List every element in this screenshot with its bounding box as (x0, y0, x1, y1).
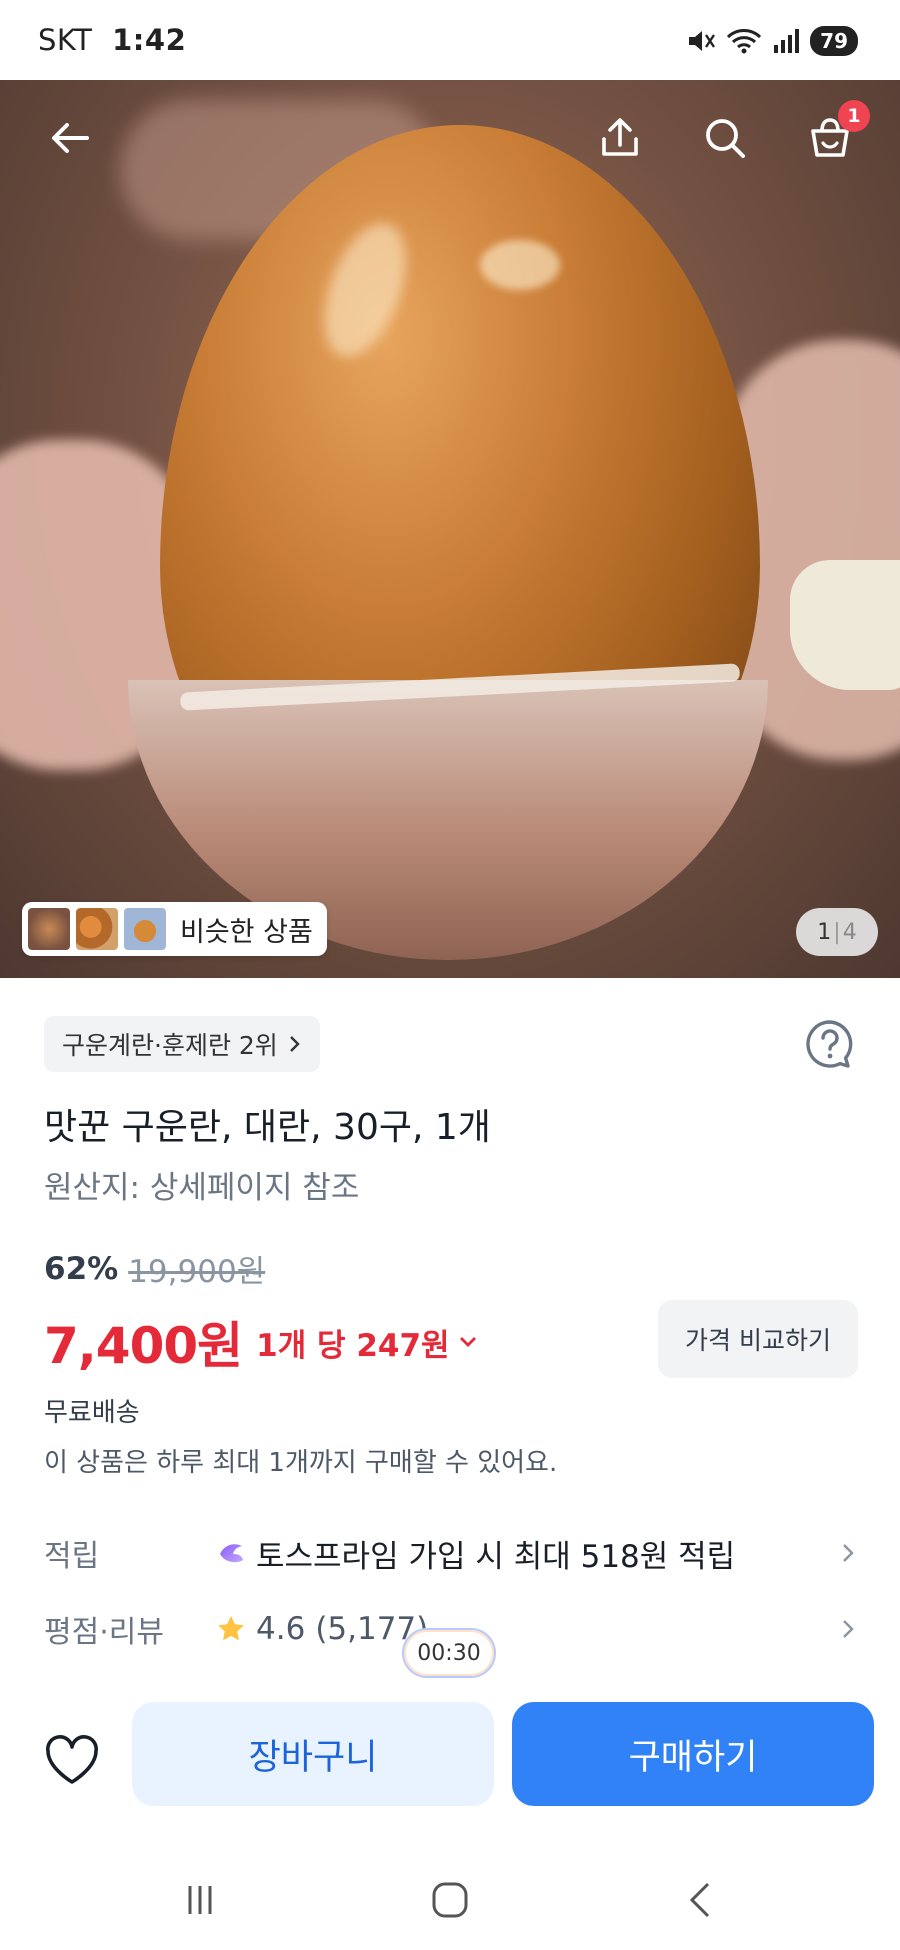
sale-price: 7,400원 (44, 1317, 243, 1375)
discount-row: 62% 19,900원 (44, 1246, 265, 1291)
star-icon (218, 1616, 244, 1641)
home-icon (432, 1882, 468, 1918)
points-row[interactable]: 적립 토스프라임 가입 시 최대 518원 적립 (44, 1528, 860, 1578)
similar-thumb-1 (28, 908, 70, 950)
unit-price-toggle[interactable]: 1개 당 247원 (256, 1320, 477, 1365)
price-compare-button[interactable]: 가격 비교하기 (658, 1300, 858, 1378)
chevron-right-icon (289, 1036, 300, 1052)
signal-icon (774, 29, 800, 53)
search-icon (706, 119, 745, 158)
prime-gem-icon (220, 1544, 243, 1563)
points-label: 적립 (44, 1539, 100, 1574)
share-icon (602, 118, 638, 156)
heart-icon (46, 1735, 98, 1784)
recent-apps-icon (188, 1886, 212, 1914)
status-bar: SKT 1:42 79 (0, 0, 900, 80)
discount-rate: 62% (44, 1250, 119, 1287)
similar-thumb-3 (124, 908, 166, 950)
unit-price: 1개 당 247원 (256, 1327, 450, 1364)
price-row: 7,400원 1개 당 247원 (44, 1306, 478, 1378)
product-image[interactable] (0, 80, 900, 978)
page-separator: | (833, 919, 841, 945)
chevron-right-icon (843, 1544, 854, 1562)
purchase-limit-notice: 이 상품은 하루 최대 1개까지 구매할 수 있어요. (44, 1448, 558, 1478)
buy-now-button[interactable]: 구매하기 (512, 1702, 874, 1806)
photo-shell-piece (790, 560, 900, 690)
chevron-right-icon (843, 1620, 854, 1638)
page-total: 4 (842, 919, 857, 945)
original-price: 19,900원 (128, 1254, 266, 1290)
product-title: 맛꾼 구운란, 대란, 30구, 1개 (44, 1107, 491, 1148)
product-origin: 원산지: 상세페이지 참조 (44, 1170, 360, 1206)
wifi-icon (727, 29, 762, 54)
status-icons: 79 (686, 26, 858, 56)
carrier-name: SKT (38, 23, 93, 57)
status-carrier: SKT 1:42 (38, 23, 186, 57)
review-value-wrap: 4.6 (5,177) (216, 1611, 836, 1647)
photo-egg-highlight-2 (480, 240, 560, 290)
chevron-down-icon (459, 1337, 476, 1347)
cart-button[interactable]: 1 (800, 100, 870, 168)
battery-indicator: 79 (810, 26, 858, 56)
system-nav-bar (0, 1840, 900, 1950)
category-rank-chip[interactable]: 구운계란·훈제란 2위 (44, 1016, 320, 1072)
rating-value: 4.6 (256, 1611, 306, 1647)
mute-icon (689, 31, 716, 51)
help-button[interactable] (802, 1016, 858, 1072)
timer-chip[interactable]: 00:30 (402, 1628, 496, 1678)
status-time: 1:42 (112, 23, 187, 57)
wishlist-button[interactable] (40, 1728, 104, 1792)
cart-count-badge: 1 (838, 100, 870, 132)
add-to-cart-button[interactable]: 장바구니 (132, 1702, 494, 1806)
system-back-button[interactable] (670, 1870, 730, 1930)
image-page-indicator: 1 | 4 (796, 908, 878, 956)
similar-products-chip[interactable]: 비슷한 상품 (22, 902, 327, 956)
similar-products-label: 비슷한 상품 (180, 916, 313, 948)
points-value-wrap: 토스프라임 가입 시 최대 518원 적립 (216, 1531, 836, 1576)
back-chevron-icon (689, 1882, 710, 1918)
search-button[interactable] (695, 108, 755, 168)
share-button[interactable] (590, 108, 650, 168)
back-button[interactable] (40, 108, 100, 168)
bottom-action-bar: 장바구니 구매하기 (0, 1690, 900, 1840)
help-icon (806, 1020, 853, 1068)
similar-thumb-2 (76, 908, 118, 950)
shipping-info: 무료배송 (44, 1398, 140, 1428)
points-value: 토스프라임 가입 시 최대 518원 적립 (256, 1538, 736, 1575)
recent-apps-button[interactable] (170, 1870, 230, 1930)
category-rank-label: 구운계란·훈제란 2위 (62, 1031, 278, 1060)
home-button[interactable] (420, 1870, 480, 1930)
review-label: 평점·리뷰 (44, 1615, 164, 1650)
page-current: 1 (817, 919, 832, 945)
back-arrow-icon (52, 123, 89, 153)
